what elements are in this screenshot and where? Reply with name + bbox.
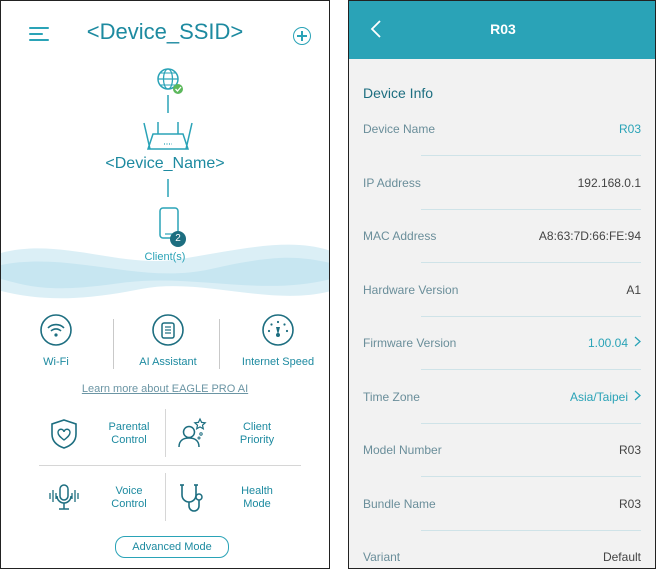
label-line: Priority: [239, 434, 275, 446]
section-title: Device Info: [363, 85, 434, 101]
chevron-right-icon: [634, 371, 641, 424]
info-row-value: A8:63:7D:66:FE:94: [539, 210, 641, 263]
info-row-value: Default: [602, 531, 641, 568]
info-row: MAC Address A8:63:7D:66:FE:94: [363, 210, 641, 263]
info-row-label: Model Number: [363, 443, 442, 457]
info-row-value: R03: [619, 478, 641, 531]
label-line: Mode: [243, 498, 271, 510]
shield-heart-icon: [51, 419, 77, 449]
info-row-label: Device Name: [363, 122, 436, 136]
info-row: Bundle Name R03: [363, 478, 641, 531]
clients-link[interactable]: Client(s): [1, 251, 329, 263]
stethoscope-icon: [180, 484, 203, 512]
info-row-value: A1: [626, 264, 641, 317]
info-row: Device Name R03: [363, 103, 641, 156]
info-row-label: Bundle Name: [363, 496, 436, 511]
health-mode-button[interactable]: Health Mode: [169, 469, 309, 529]
label-line: Control: [111, 434, 147, 446]
info-row-value-text: R03: [618, 443, 641, 457]
ai-assistant-label: AI Assistant: [139, 356, 197, 368]
info-row: Model Number R03: [363, 424, 641, 477]
router-icon: [143, 122, 193, 150]
info-row-value-text: Default: [602, 550, 641, 564]
grid-divider: [39, 465, 301, 466]
info-row: IP Address 192.168.0.1: [363, 157, 641, 210]
info-row-label: IP Address: [363, 175, 421, 190]
info-row-value[interactable]: R03: [619, 103, 641, 156]
info-row-value-text: R03: [618, 122, 641, 136]
client-priority-label: Client Priority: [217, 421, 297, 447]
wifi-feature-button[interactable]: Wi-Fi: [1, 313, 111, 383]
client-priority-button[interactable]: Client Priority: [169, 405, 309, 465]
info-row-label: Variant: [363, 550, 401, 564]
client-count-badge: 2: [170, 231, 186, 247]
device-info-screen: R03 Device Info Device Name R03 IP Address…: [348, 0, 656, 569]
info-row-value-text: 192.168.0.1: [577, 175, 641, 190]
status-ok-icon: [173, 84, 183, 94]
label-line: Voice: [115, 485, 143, 497]
info-row-value[interactable]: Asia/Taipei: [570, 371, 641, 424]
info-row-value-text: 1.00.04: [587, 336, 628, 350]
label-line: Health: [241, 485, 273, 497]
info-row-value-text: Asia/Taipei: [569, 389, 628, 404]
info-row[interactable]: Firmware Version 1.00.04: [363, 317, 641, 370]
info-row-label: Hardware Version: [363, 282, 459, 297]
info-row-value-text: A8:63:7D:66:FE:94: [538, 229, 641, 243]
voice-control-button[interactable]: Voice Control: [41, 469, 181, 529]
parental-control-label: Parental Control: [89, 421, 169, 447]
ai-assistant-button[interactable]: AI Assistant: [113, 313, 223, 383]
info-row-value: R03: [619, 424, 641, 477]
wifi-icon: [40, 314, 72, 346]
page-title: R03: [490, 21, 516, 37]
label-line: Parental: [108, 421, 150, 433]
speed-gauge-icon: [262, 314, 294, 346]
client-priority-icon: [178, 417, 207, 448]
advanced-mode-button[interactable]: Advanced Mode: [115, 536, 229, 558]
home-screen: <Device_SSID> <Device_Name> 2 Client(s) …: [0, 0, 330, 569]
health-mode-label: Health Mode: [217, 485, 297, 511]
parental-control-button[interactable]: Parental Control: [41, 405, 181, 465]
label-line: Client: [242, 421, 272, 433]
microphone-icon: [49, 484, 79, 510]
voice-control-label: Voice Control: [89, 485, 169, 511]
info-row-value: 192.168.0.1: [578, 157, 641, 210]
info-row-value[interactable]: 1.00.04: [588, 317, 641, 370]
feature-row: Wi-Fi AI Assistant Internet Speed: [1, 313, 329, 383]
wifi-label: Wi-Fi: [43, 356, 69, 368]
device-name-label: <Device_Name>: [105, 155, 225, 172]
chevron-right-icon: [634, 317, 641, 370]
info-row-value-text: A1: [626, 282, 641, 297]
info-row-label: Firmware Version: [363, 336, 457, 350]
info-row: Hardware Version A1: [363, 264, 641, 317]
info-row-label: MAC Address: [363, 229, 437, 243]
learn-more-link[interactable]: Learn more about EAGLE PRO AI: [1, 383, 329, 395]
header-bar: R03: [349, 1, 655, 59]
ai-assistant-icon: [152, 314, 184, 346]
internet-speed-button[interactable]: Internet Speed: [223, 313, 329, 383]
internet-speed-label: Internet Speed: [241, 356, 315, 368]
label-line: Control: [111, 498, 147, 510]
feature-divider: [219, 319, 220, 369]
info-row-value-text: R03: [618, 496, 641, 511]
info-row: Variant Default: [363, 531, 641, 568]
info-row[interactable]: Time Zone Asia/Taipei: [363, 371, 641, 424]
info-row-label: Time Zone: [363, 389, 420, 404]
